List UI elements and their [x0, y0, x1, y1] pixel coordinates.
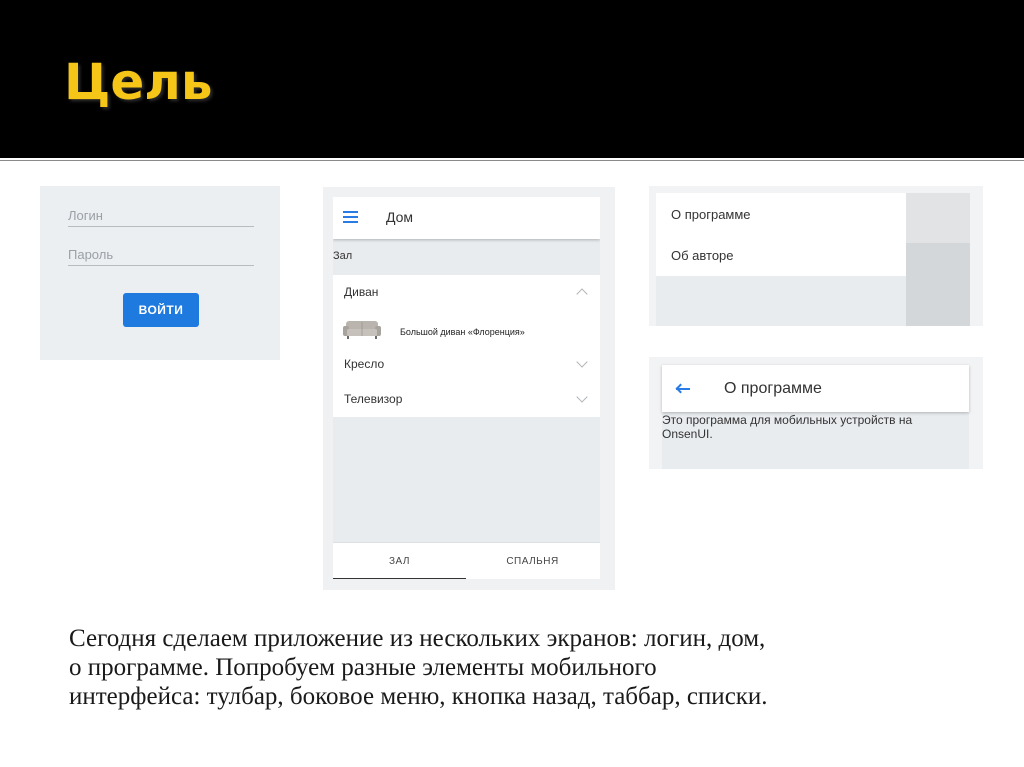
side-menu: О программе Об авторе — [656, 193, 906, 276]
home-toolbar-title: Дом — [386, 209, 414, 225]
login-button[interactable]: ВОЙТИ — [123, 293, 199, 327]
tab-label: ЗАЛ — [389, 556, 410, 567]
menu-item-author[interactable]: Об авторе — [671, 248, 734, 263]
list-section-header: Зал — [333, 250, 353, 262]
about-screen: О программе Это программа для мобильных … — [662, 365, 969, 469]
expanded-item-content: Большой диван «Флоренция» — [343, 319, 593, 343]
home-toolbar: Дом — [333, 197, 600, 239]
caption-line: интерфейса: тулбар, боковое меню, кнопка… — [69, 683, 768, 710]
password-input[interactable]: Пароль — [68, 243, 254, 266]
arrow-left-icon[interactable] — [676, 388, 690, 390]
menu-item-about[interactable]: О программе — [671, 207, 751, 222]
caption-line: о программе. Попробуем разные элементы м… — [69, 654, 657, 681]
chevron-down-icon — [576, 356, 588, 368]
about-toolbar-title: О программе — [724, 380, 822, 397]
list-item-televizor[interactable]: Телевизор — [333, 388, 600, 412]
about-text-line: OnsenUI. — [662, 427, 713, 441]
list-item-divan[interactable]: Диван — [333, 281, 600, 305]
slide-caption: Сегодня сделаем приложение из нескольких… — [69, 624, 969, 711]
caption-line: Сегодня сделаем приложение из нескольких… — [69, 625, 766, 652]
about-toolbar: О программе — [662, 365, 969, 412]
tab-label: СПАЛЬНЯ — [506, 556, 559, 567]
home-screen: Дом Зал Диван Большой диван «Флоренция» … — [333, 197, 600, 579]
login-input[interactable]: Логин — [68, 204, 254, 227]
hamburger-icon[interactable] — [343, 211, 358, 223]
header-divider — [0, 160, 1024, 161]
login-placeholder: Логин — [68, 208, 103, 223]
tabbar: ЗАЛ СПАЛЬНЯ — [333, 542, 600, 579]
slide-title: Цель — [64, 53, 213, 111]
active-tab-indicator — [333, 578, 466, 579]
chevron-up-icon — [576, 288, 588, 300]
list-item-kreslo[interactable]: Кресло — [333, 353, 600, 377]
password-placeholder: Пароль — [68, 247, 114, 262]
side-menu-empty-area — [656, 276, 906, 326]
about-description: Это программа для мобильных устройств на… — [662, 413, 962, 441]
list-item-label: Диван — [344, 285, 379, 299]
tab-zal[interactable]: ЗАЛ — [333, 543, 466, 579]
furniture-list: Диван Большой диван «Флоренция» Кресло Т… — [333, 275, 600, 417]
chevron-down-icon — [576, 391, 588, 403]
sofa-icon — [343, 321, 381, 339]
about-text-line: Это программа для мобильных устройств на — [662, 413, 913, 427]
login-screen: Логин Пароль ВОЙТИ — [40, 186, 280, 360]
list-item-label: Кресло — [344, 357, 385, 371]
tab-spalnya[interactable]: СПАЛЬНЯ — [466, 543, 599, 579]
list-item-label: Телевизор — [344, 392, 403, 406]
expanded-item-label: Большой диван «Флоренция» — [400, 327, 525, 337]
content-overlay-top — [906, 193, 970, 243]
